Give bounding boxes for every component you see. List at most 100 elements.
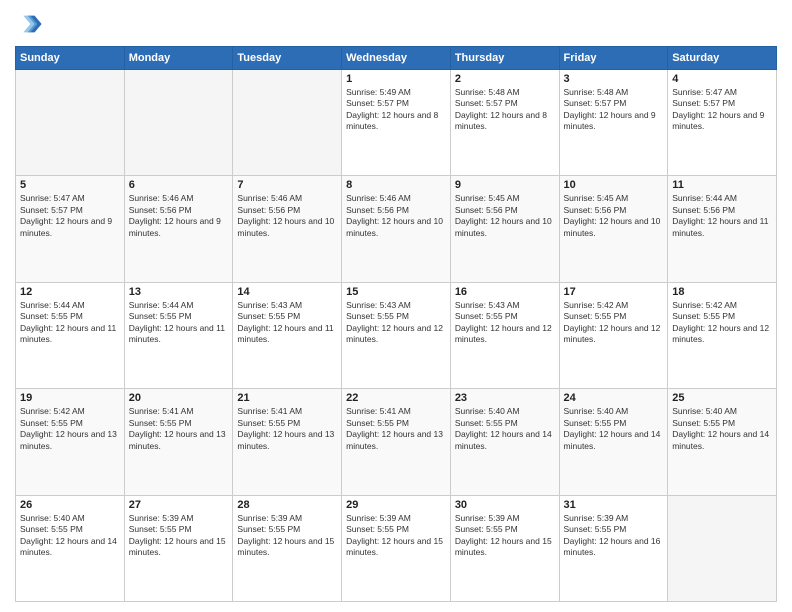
calendar-cell: 10Sunrise: 5:45 AMSunset: 5:56 PMDayligh… [559, 176, 668, 282]
calendar-cell: 20 Sunrise: 5:41 AMSunset: 5:55 PMDayligh… [124, 389, 233, 495]
calendar-cell: 30 Sunrise: 5:39 AMSunset: 5:55 PMDayligh… [450, 495, 559, 601]
day-number: 16 [455, 286, 555, 298]
day-number: 4 [672, 73, 772, 85]
day-info: Sunrise: 5:39 AMSunset: 5:55 PMDaylight:… [129, 513, 229, 559]
calendar-cell [668, 495, 777, 601]
day-info: Sunrise: 5:44 AMSunset: 5:55 PMDaylight:… [20, 300, 120, 346]
calendar-cell: 17 Sunrise: 5:42 AMSunset: 5:55 PMDayligh… [559, 282, 668, 388]
page: SundayMondayTuesdayWednesdayThursdayFrid… [0, 0, 792, 612]
day-number: 8 [346, 179, 446, 191]
day-number: 15 [346, 286, 446, 298]
weekday-header: Tuesday [233, 47, 342, 70]
day-info: Sunrise: 5:39 AMSunset: 5:55 PMDaylight:… [564, 513, 664, 559]
logo-icon [15, 10, 43, 38]
header [15, 10, 777, 38]
logo [15, 10, 47, 38]
calendar-cell: 15 Sunrise: 5:43 AMSunset: 5:55 PMDayligh… [342, 282, 451, 388]
day-number: 26 [20, 499, 120, 511]
day-number: 25 [672, 392, 772, 404]
day-number: 22 [346, 392, 446, 404]
day-info: Sunrise: 5:41 AMSunset: 5:55 PMDaylight:… [346, 406, 446, 452]
calendar-cell: 27 Sunrise: 5:39 AMSunset: 5:55 PMDayligh… [124, 495, 233, 601]
day-number: 13 [129, 286, 229, 298]
weekday-header: Thursday [450, 47, 559, 70]
day-info: Sunrise: 5:45 AMSunset: 5:56 PMDaylight:… [455, 193, 555, 239]
calendar-cell: 19 Sunrise: 5:42 AMSunset: 5:55 PMDayligh… [16, 389, 125, 495]
day-number: 10 [564, 179, 664, 191]
day-info: Sunrise: 5:42 AMSunset: 5:55 PMDaylight:… [20, 406, 120, 452]
weekday-header: Monday [124, 47, 233, 70]
day-number: 12 [20, 286, 120, 298]
calendar-cell [124, 70, 233, 176]
day-info: Sunrise: 5:42 AMSunset: 5:55 PMDaylight:… [564, 300, 664, 346]
calendar-cell: 28 Sunrise: 5:39 AMSunset: 5:55 PMDayligh… [233, 495, 342, 601]
day-number: 28 [237, 499, 337, 511]
calendar-cell: 25 Sunrise: 5:40 AMSunset: 5:55 PMDayligh… [668, 389, 777, 495]
calendar-cell: 8 Sunrise: 5:46 AMSunset: 5:56 PMDaylight… [342, 176, 451, 282]
calendar-cell: 21 Sunrise: 5:41 AMSunset: 5:55 PMDayligh… [233, 389, 342, 495]
calendar-cell: 4 Sunrise: 5:47 AMSunset: 5:57 PMDaylight… [668, 70, 777, 176]
day-number: 9 [455, 179, 555, 191]
day-number: 29 [346, 499, 446, 511]
day-number: 21 [237, 392, 337, 404]
day-number: 27 [129, 499, 229, 511]
day-info: Sunrise: 5:43 AMSunset: 5:55 PMDaylight:… [346, 300, 446, 346]
calendar-cell: 5 Sunrise: 5:47 AMSunset: 5:57 PMDaylight… [16, 176, 125, 282]
day-number: 1 [346, 73, 446, 85]
day-number: 31 [564, 499, 664, 511]
day-info: Sunrise: 5:47 AMSunset: 5:57 PMDaylight:… [672, 87, 772, 133]
day-number: 3 [564, 73, 664, 85]
day-info: Sunrise: 5:42 AMSunset: 5:55 PMDaylight:… [672, 300, 772, 346]
day-number: 18 [672, 286, 772, 298]
calendar-cell: 23 Sunrise: 5:40 AMSunset: 5:55 PMDayligh… [450, 389, 559, 495]
calendar-cell: 6 Sunrise: 5:46 AMSunset: 5:56 PMDaylight… [124, 176, 233, 282]
day-info: Sunrise: 5:40 AMSunset: 5:55 PMDaylight:… [672, 406, 772, 452]
day-number: 19 [20, 392, 120, 404]
day-info: Sunrise: 5:46 AMSunset: 5:56 PMDaylight:… [129, 193, 229, 239]
day-info: Sunrise: 5:43 AMSunset: 5:55 PMDaylight:… [237, 300, 337, 346]
day-number: 6 [129, 179, 229, 191]
day-info: Sunrise: 5:40 AMSunset: 5:55 PMDaylight:… [20, 513, 120, 559]
day-number: 14 [237, 286, 337, 298]
weekday-header: Saturday [668, 47, 777, 70]
day-info: Sunrise: 5:47 AMSunset: 5:57 PMDaylight:… [20, 193, 120, 239]
calendar-table: SundayMondayTuesdayWednesdayThursdayFrid… [15, 46, 777, 602]
day-number: 11 [672, 179, 772, 191]
calendar-cell [16, 70, 125, 176]
day-info: Sunrise: 5:46 AMSunset: 5:56 PMDaylight:… [237, 193, 337, 239]
day-number: 17 [564, 286, 664, 298]
calendar-cell: 22 Sunrise: 5:41 AMSunset: 5:55 PMDayligh… [342, 389, 451, 495]
calendar-cell: 29Sunrise: 5:39 AMSunset: 5:55 PMDayligh… [342, 495, 451, 601]
calendar-cell: 1 Sunrise: 5:49 AMSunset: 5:57 PMDaylight… [342, 70, 451, 176]
calendar-cell: 24Sunrise: 5:40 AMSunset: 5:55 PMDayligh… [559, 389, 668, 495]
day-number: 30 [455, 499, 555, 511]
weekday-header: Wednesday [342, 47, 451, 70]
day-info: Sunrise: 5:44 AMSunset: 5:55 PMDaylight:… [129, 300, 229, 346]
day-info: Sunrise: 5:39 AMSunset: 5:55 PMDaylight:… [237, 513, 337, 559]
calendar-cell: 11 Sunrise: 5:44 AMSunset: 5:56 PMDayligh… [668, 176, 777, 282]
calendar-cell: 12 Sunrise: 5:44 AMSunset: 5:55 PMDayligh… [16, 282, 125, 388]
calendar-cell: 16Sunrise: 5:43 AMSunset: 5:55 PMDayligh… [450, 282, 559, 388]
calendar-cell: 2 Sunrise: 5:48 AMSunset: 5:57 PMDaylight… [450, 70, 559, 176]
day-info: Sunrise: 5:44 AMSunset: 5:56 PMDaylight:… [672, 193, 772, 239]
day-number: 2 [455, 73, 555, 85]
weekday-header: Friday [559, 47, 668, 70]
day-info: Sunrise: 5:40 AMSunset: 5:55 PMDaylight:… [455, 406, 555, 452]
weekday-header: Sunday [16, 47, 125, 70]
calendar-cell: 18 Sunrise: 5:42 AMSunset: 5:55 PMDayligh… [668, 282, 777, 388]
day-info: Sunrise: 5:41 AMSunset: 5:55 PMDaylight:… [129, 406, 229, 452]
day-info: Sunrise: 5:48 AMSunset: 5:57 PMDaylight:… [564, 87, 664, 133]
calendar-cell: 31 Sunrise: 5:39 AMSunset: 5:55 PMDayligh… [559, 495, 668, 601]
day-number: 5 [20, 179, 120, 191]
day-number: 23 [455, 392, 555, 404]
day-info: Sunrise: 5:39 AMSunset: 5:55 PMDaylight:… [455, 513, 555, 559]
day-info: Sunrise: 5:41 AMSunset: 5:55 PMDaylight:… [237, 406, 337, 452]
day-number: 20 [129, 392, 229, 404]
calendar-cell: 26 Sunrise: 5:40 AMSunset: 5:55 PMDayligh… [16, 495, 125, 601]
calendar-cell [233, 70, 342, 176]
day-info: Sunrise: 5:48 AMSunset: 5:57 PMDaylight:… [455, 87, 555, 133]
day-info: Sunrise: 5:46 AMSunset: 5:56 PMDaylight:… [346, 193, 446, 239]
calendar-cell: 9 Sunrise: 5:45 AMSunset: 5:56 PMDaylight… [450, 176, 559, 282]
day-info: Sunrise: 5:49 AMSunset: 5:57 PMDaylight:… [346, 87, 446, 133]
day-info: Sunrise: 5:40 AMSunset: 5:55 PMDaylight:… [564, 406, 664, 452]
